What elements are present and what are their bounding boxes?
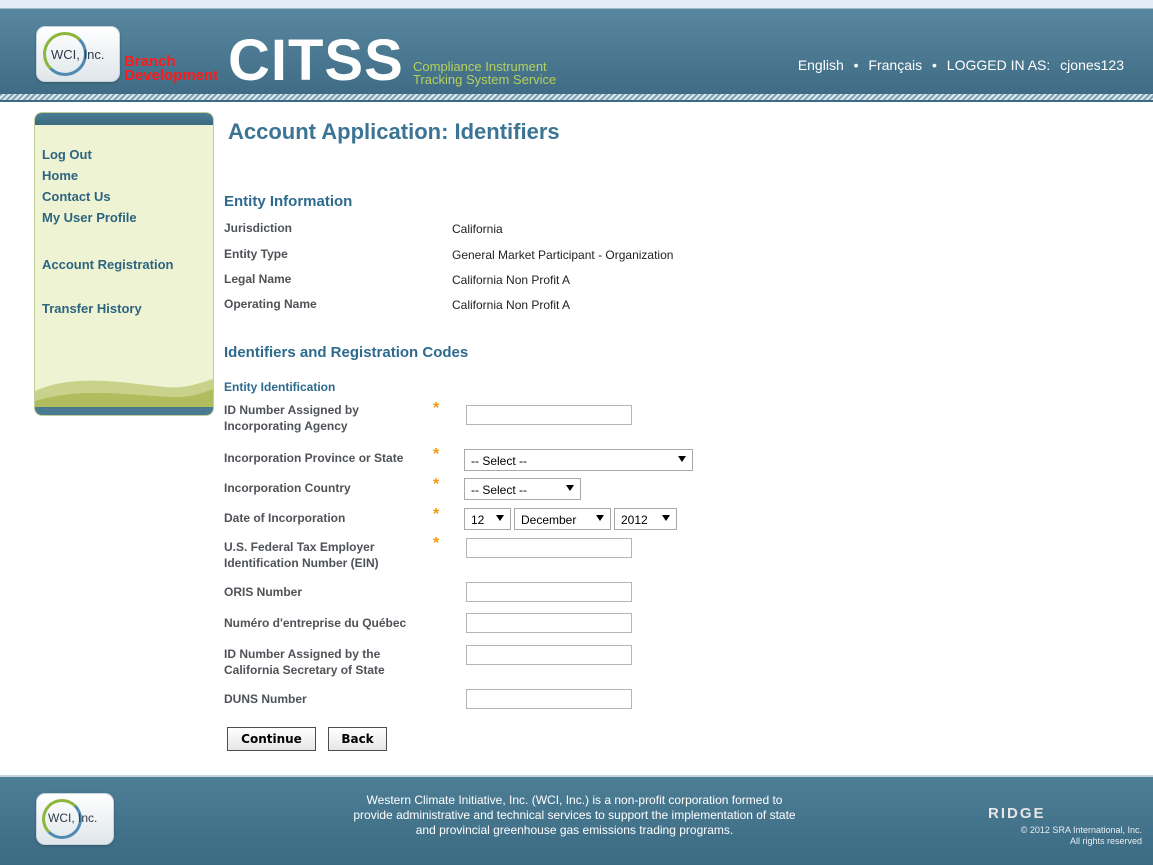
required-marker: * xyxy=(433,535,440,552)
nav-francais[interactable]: Français xyxy=(868,57,922,73)
incorporation-year-value: 2012 xyxy=(621,513,648,527)
chevron-down-icon xyxy=(566,485,574,491)
nav-english[interactable]: English xyxy=(798,57,844,73)
identifiers-heading: Identifiers and Registration Codes xyxy=(224,344,469,361)
entity-info-label: Legal Name xyxy=(224,272,292,286)
top-nav: English • Français • LOGGED IN AS: cjone… xyxy=(795,57,1127,73)
required-marker: * xyxy=(433,506,440,523)
incorporation-country-value: -- Select -- xyxy=(471,483,528,497)
id-number-agency-input[interactable] xyxy=(466,405,632,425)
duns-number-input[interactable] xyxy=(466,689,632,709)
page-title: Account Application: Identifiers xyxy=(228,119,560,144)
back-button[interactable]: Back xyxy=(328,727,387,751)
footer-description: Western Climate Initiative, Inc. (WCI, I… xyxy=(353,793,796,837)
quebec-enterprise-number-input[interactable] xyxy=(466,613,632,633)
incorporation-province-label: Incorporation Province or State xyxy=(224,451,404,465)
incorporation-year-select[interactable]: 2012 xyxy=(614,508,677,530)
incorporation-day-select[interactable]: 12 xyxy=(464,508,511,530)
sidebar: Log Out Home Contact Us My User Profile … xyxy=(34,112,214,416)
top-strip xyxy=(0,0,1153,8)
entity-info-value: California Non Profit A xyxy=(452,273,571,287)
site-header: WCI, Inc. Branch Development CITSS Compli… xyxy=(0,8,1153,102)
required-marker: * xyxy=(433,400,440,417)
footer-logo-text: WCI, Inc. xyxy=(48,811,98,825)
copyright-line-1: © 2012 SRA International, Inc. xyxy=(1020,825,1142,835)
chevron-down-icon xyxy=(596,515,604,521)
required-marker: * xyxy=(433,476,440,493)
chevron-down-icon xyxy=(496,515,504,521)
footer-wci-logo: WCI, Inc. xyxy=(36,793,114,845)
entity-info-value: California Non Profit A xyxy=(452,298,571,312)
sidebar-item-account-registration[interactable]: Account Registration xyxy=(42,257,173,272)
sidebar-top-bar xyxy=(35,113,213,125)
nav-separator: • xyxy=(932,57,937,73)
tagline-line-2: Tracking System Service xyxy=(413,72,557,87)
id-number-agency-label: ID Number Assigned by Incorporating Agen… xyxy=(224,403,359,433)
sidebar-item-log-out[interactable]: Log Out xyxy=(42,147,92,162)
incorporation-country-label: Incorporation Country xyxy=(224,481,351,495)
sidebar-item-contact-us[interactable]: Contact Us xyxy=(42,189,111,204)
ein-label: U.S. Federal Tax Employer Identification… xyxy=(224,540,379,570)
ein-input[interactable] xyxy=(466,538,632,558)
copyright: © 2012 SRA International, Inc. All right… xyxy=(952,825,1142,847)
sidebar-item-home[interactable]: Home xyxy=(42,168,78,183)
entity-info-label: Entity Type xyxy=(224,247,288,261)
incorporation-province-value: -- Select -- xyxy=(471,454,528,468)
entity-identification-subheading: Entity Identification xyxy=(224,380,336,394)
continue-button[interactable]: Continue xyxy=(227,727,316,751)
logged-in-label: LOGGED IN AS: xyxy=(946,57,1051,73)
logged-in-username: cjones123 xyxy=(1060,57,1124,73)
branch-label: Branch Development xyxy=(124,53,219,84)
chevron-down-icon xyxy=(678,456,686,462)
date-of-incorporation-label: Date of Incorporation xyxy=(224,511,346,525)
entity-info-value: California xyxy=(452,222,503,236)
nav-separator: • xyxy=(853,57,859,73)
duns-number-label: DUNS Number xyxy=(224,692,307,706)
copyright-line-2: All rights reserved xyxy=(1069,836,1142,846)
incorporation-month-select[interactable]: December xyxy=(514,508,611,530)
entity-info-value: General Market Participant - Organizatio… xyxy=(452,248,674,262)
wci-logo[interactable]: WCI, Inc. xyxy=(36,26,120,82)
ca-secretary-of-state-id-label: ID Number Assigned by the California Sec… xyxy=(224,647,385,677)
app-tagline: Compliance Instrument Tracking System Se… xyxy=(413,60,556,86)
incorporation-province-select[interactable]: -- Select -- xyxy=(464,449,693,471)
oris-number-input[interactable] xyxy=(466,582,632,602)
sidebar-wave-decoration xyxy=(35,379,213,415)
required-marker: * xyxy=(433,446,440,463)
incorporation-month-value: December xyxy=(521,513,577,527)
incorporation-day-value: 12 xyxy=(471,513,485,527)
incorporation-country-select[interactable]: -- Select -- xyxy=(464,478,581,500)
wci-logo-text: WCI, Inc. xyxy=(51,47,105,62)
oris-number-label: ORIS Number xyxy=(224,585,303,599)
entity-info-label: Jurisdiction xyxy=(224,221,293,235)
site-footer: WCI, Inc. Western Climate Initiative, In… xyxy=(0,775,1153,865)
app-name: CITSS xyxy=(228,28,404,93)
sidebar-item-my-user-profile[interactable]: My User Profile xyxy=(42,210,137,225)
entity-info-heading: Entity Information xyxy=(224,193,353,210)
ridge-logo: RIDGE xyxy=(988,805,1046,822)
chevron-down-icon xyxy=(662,515,670,521)
quebec-enterprise-number-label: Numéro d'entreprise du Québec xyxy=(224,616,407,630)
ca-secretary-of-state-id-input[interactable] xyxy=(466,645,632,665)
entity-info-label: Operating Name xyxy=(224,297,317,311)
sidebar-item-transfer-history[interactable]: Transfer History xyxy=(42,301,142,316)
header-divider xyxy=(0,94,1153,100)
